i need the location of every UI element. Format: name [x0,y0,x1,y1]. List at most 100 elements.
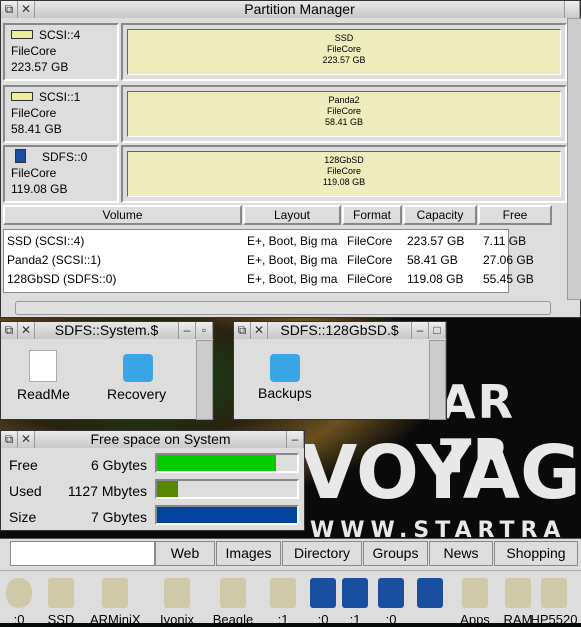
disk-SCSI1[interactable]: SCSI::1 FileCore 58.41 GB [3,85,119,143]
close-icon[interactable]: ✕ [18,430,35,448]
back-icon[interactable]: ⧉ [1,0,18,18]
volume-cell[interactable]: 27.06 GB [483,251,534,269]
iconbar-icon[interactable] [310,578,336,608]
iconbar-label[interactable]: ARMiniX [90,612,141,627]
iconbar-label[interactable]: :0 [366,612,416,627]
close-icon[interactable]: ✕ [251,321,268,339]
horizontal-scrollbar[interactable] [15,301,551,315]
toggle-size-icon[interactable] [565,0,580,18]
iconbar-icon[interactable] [462,578,488,608]
disk-SDFS0[interactable]: SDFS::0 FileCore 119.08 GB [3,145,119,203]
partition-name: Panda2 [328,95,360,105]
search-button-news[interactable]: News [429,541,493,566]
volume-cell[interactable]: 128GbSD (SDFS::0) [7,270,116,288]
volume-cell[interactable]: 223.57 GB [407,232,464,250]
partition-size: 223.57 GB [322,55,366,65]
search-input[interactable] [10,541,155,566]
iconise-icon[interactable]: – [287,430,304,448]
freespace-bar-fill [157,507,297,523]
search-button-web[interactable]: Web [155,541,215,566]
volume-cell[interactable]: E+, Boot, Big ma [247,251,343,269]
window-title[interactable]: Partition Manager [35,0,565,18]
freespace-bar-fill [157,455,276,471]
volume-cell[interactable]: FileCore [347,251,392,269]
back-icon[interactable]: ⧉ [234,321,251,339]
search-button-shopping[interactable]: Shopping [494,541,578,566]
freespace-bar [155,453,299,473]
iconbar-icon[interactable] [220,578,246,608]
disk-device: SDFS::0 [42,150,88,164]
iconbar-icon[interactable] [417,578,443,608]
folder-item-backups[interactable]: Backups [258,385,312,401]
volume-cell[interactable]: E+, Boot, Big ma [247,232,343,250]
search-button-images[interactable]: Images [216,541,281,566]
window-title[interactable]: SDFS::System.$ [35,321,179,339]
partition-size: 119.08 GB [322,177,366,187]
back-icon[interactable]: ⧉ [1,321,18,339]
iconbar-icon[interactable] [102,578,128,608]
iconbar-icon[interactable] [48,578,74,608]
vertical-scrollbar[interactable] [429,340,446,420]
volume-cell[interactable]: Panda2 (SCSI::1) [7,251,101,269]
partition-128GbSD[interactable]: 128GbSD FileCore 119.08 GB [121,145,567,203]
backdrop-logo-text: VOYAG [300,430,581,516]
freespace-bar [155,479,299,499]
window-title[interactable]: Free space on System [35,430,287,448]
column-header-capacity[interactable]: Capacity [403,205,477,225]
file-item-readme[interactable]: ReadMe [17,386,70,402]
search-button-directory[interactable]: Directory [282,541,362,566]
partition-Panda2[interactable]: Panda2 FileCore 58.41 GB [121,85,567,143]
sdcard-icon [15,149,26,163]
iconbar-icon[interactable] [541,578,567,608]
iconbar-label[interactable]: Beagle [208,612,258,627]
volume-cell[interactable]: FileCore [347,232,392,250]
iconbar-label[interactable]: HP5520 [529,612,579,627]
folder-icon[interactable] [123,354,153,382]
disk-size: 58.41 GB [11,122,62,136]
vertical-scrollbar[interactable] [196,340,213,420]
iconbar-icon[interactable] [6,578,32,608]
volume-cell[interactable]: 119.08 GB [407,270,463,288]
disk-format: FileCore [11,166,57,180]
toggle-size-icon[interactable]: □ [429,321,446,339]
partition-SSD[interactable]: SSD FileCore 223.57 GB [121,23,567,81]
partition-name: SSD [334,33,354,43]
partition-format: FileCore [326,106,361,116]
iconbar-icon[interactable] [164,578,190,608]
iconbar-icon[interactable] [378,578,404,608]
volume-cell[interactable]: E+, Boot, Big ma [247,270,343,288]
column-header-format[interactable]: Format [342,205,402,225]
text-file-icon[interactable] [29,350,57,382]
volume-cell[interactable]: 7.11 GB [483,232,526,250]
harddisc-icon [11,92,33,101]
volume-cell[interactable]: FileCore [347,270,392,288]
volume-cell[interactable]: 55.45 GB [483,270,534,288]
iconbar-icon[interactable] [342,578,368,608]
column-header-volume[interactable]: Volume [3,205,242,225]
folder-icon[interactable] [270,354,300,382]
toggle-size-icon[interactable]: ▫ [196,321,213,339]
column-header-free[interactable]: Free [478,205,552,225]
freespace-label: Size [9,509,37,525]
freespace-value: 7 Gbytes [90,509,147,525]
partition-manager-window: ⧉ ✕ Partition Manager SCSI::4 FileCore 2… [0,0,581,318]
close-icon[interactable]: ✕ [18,321,35,339]
folder-item-recovery[interactable]: Recovery [107,386,166,402]
back-icon[interactable]: ⧉ [1,430,18,448]
volume-cell[interactable]: 58.41 GB [407,251,458,269]
close-icon[interactable]: ✕ [18,0,35,18]
volume-cell[interactable]: SSD (SCSI::4) [7,232,84,250]
column-header-layout[interactable]: Layout [243,205,341,225]
iconbar-label[interactable]: Ivonix [152,612,202,627]
freespace-bar [155,505,299,525]
iconbar-label[interactable]: SSD [36,612,86,627]
window-title[interactable]: SDFS::128GbSD.$ [268,321,412,339]
disk-SCSI4[interactable]: SCSI::4 FileCore 223.57 GB [3,23,119,81]
vertical-scrollbar[interactable] [567,18,581,300]
search-button-groups[interactable]: Groups [363,541,428,566]
iconbar-icon[interactable] [270,578,296,608]
iconise-icon[interactable]: – [412,321,429,339]
iconbar-icon[interactable] [505,578,531,608]
disk-device: SCSI::1 [39,90,81,104]
iconise-icon[interactable]: – [179,321,196,339]
